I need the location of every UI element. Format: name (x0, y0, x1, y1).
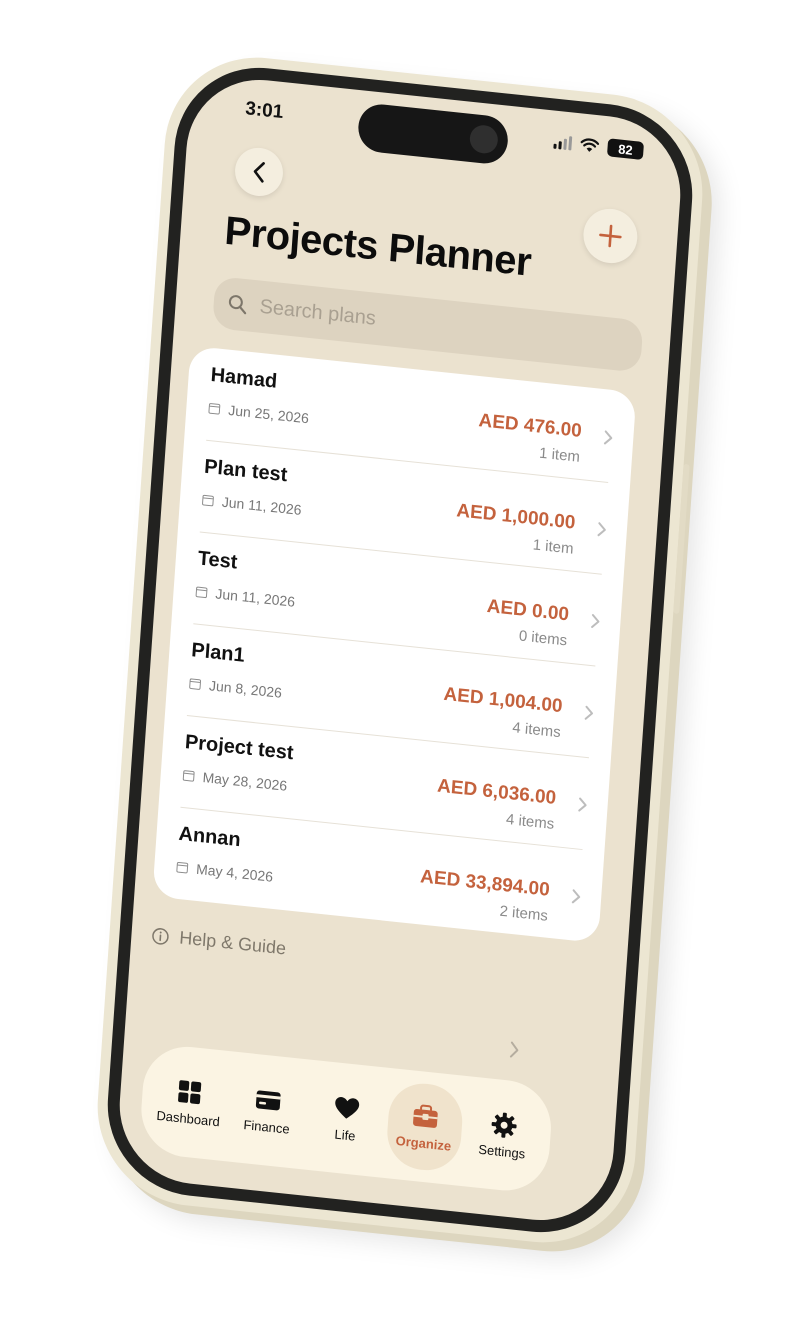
heart-icon (335, 1096, 360, 1119)
calendar-icon (208, 403, 221, 415)
tab-dashboard[interactable]: Dashboard (150, 1055, 230, 1149)
chevron-left-icon (253, 162, 265, 183)
app-screen: 3:01 82 Projects Planner Search plans Ha… (114, 72, 686, 1228)
plan-name: Test (197, 547, 239, 574)
plan-date-text: May 28, 2026 (202, 768, 288, 794)
calendar-icon (202, 494, 214, 507)
plan-name: Annan (177, 822, 242, 852)
calendar-icon (182, 770, 195, 782)
search-icon (228, 295, 247, 315)
tab-settings[interactable]: Settings (463, 1088, 543, 1182)
tab-label: Finance (243, 1116, 291, 1137)
plan-item-count: 1 item (532, 536, 575, 558)
back-button[interactable] (233, 145, 285, 199)
plan-date: May 28, 2026 (182, 767, 288, 794)
tab-finance[interactable]: Finance (228, 1064, 308, 1158)
card-icon (256, 1090, 281, 1110)
tab-organize[interactable]: Organize (384, 1080, 465, 1174)
chevron-right-icon (603, 430, 613, 445)
plan-date: Jun 11, 2026 (195, 583, 296, 610)
chevron-right-icon (584, 705, 594, 720)
calendar-icon (195, 586, 208, 599)
plan-date: May 4, 2026 (176, 859, 274, 885)
chevron-right-icon[interactable] (508, 1040, 521, 1059)
tab-label: Life (334, 1126, 357, 1144)
plan-date: Jun 8, 2026 (189, 675, 283, 701)
tab-label: Settings (477, 1141, 526, 1162)
plan-name: Project test (184, 730, 295, 765)
plan-item-count: 2 items (499, 902, 549, 925)
gear-icon (491, 1112, 517, 1138)
calendar-icon (189, 678, 202, 690)
tab-label: Dashboard (156, 1107, 221, 1129)
status-time: 3:01 (244, 98, 284, 124)
plan-name: Hamad (209, 363, 278, 393)
plan-date: Jun 11, 2026 (201, 492, 302, 518)
plan-item-count: 1 item (538, 444, 581, 466)
dynamic-island (356, 102, 510, 166)
plan-date-text: Jun 11, 2026 (214, 585, 296, 610)
plan-date-text: May 4, 2026 (195, 860, 274, 885)
plans-list: Hamad Jun 25, 2026 AED 476.00 1 item Plan te… (152, 345, 637, 944)
chevron-right-icon (578, 797, 587, 812)
chevron-right-icon (571, 889, 581, 904)
tab-label: Organize (395, 1132, 452, 1154)
plan-date: Jun 25, 2026 (208, 400, 310, 427)
help-guide-label: Help & Guide (178, 927, 287, 959)
tab-life[interactable]: Life (306, 1072, 386, 1166)
status-icons: 82 (553, 133, 645, 161)
plus-icon (599, 224, 622, 248)
plan-item-count: 4 items (511, 719, 562, 742)
help-guide-link[interactable]: Help & Guide (151, 924, 287, 959)
signal-icon (553, 135, 573, 151)
mockup-stage: 3:01 82 Projects Planner Search plans Ha… (0, 0, 800, 1334)
plan-name: Plan test (203, 455, 289, 487)
grid-icon (178, 1079, 202, 1104)
add-plan-button[interactable] (581, 206, 640, 266)
plan-item-count: 0 items (518, 627, 568, 650)
plan-amount: AED 33,894.00 (419, 866, 551, 901)
plan-date-text: Jun 11, 2026 (221, 493, 303, 518)
camera-icon (468, 123, 499, 155)
plan-amount: AED 1,004.00 (442, 683, 564, 718)
plan-amount: AED 1,000.00 (455, 500, 577, 534)
phone-device: 3:01 82 Projects Planner Search plans Ha… (91, 48, 709, 1252)
toolbox-icon (412, 1104, 438, 1128)
plan-name: Plan1 (190, 639, 246, 667)
plan-amount: AED 476.00 (477, 410, 583, 442)
plan-date-text: Jun 8, 2026 (208, 677, 283, 701)
chevron-right-icon (597, 522, 606, 537)
plan-amount: AED 0.00 (486, 595, 570, 626)
wifi-icon (580, 138, 600, 152)
page-title: Projects Planner (223, 208, 533, 285)
info-icon (152, 927, 169, 945)
chevron-right-icon (591, 614, 600, 628)
plan-date-text: Jun 25, 2026 (227, 401, 310, 427)
calendar-icon (176, 861, 189, 874)
plan-amount: AED 6,036.00 (436, 775, 557, 810)
bottom-tab-bar: Dashboard Finance Life Organize Settings (138, 1042, 555, 1195)
battery-icon: 82 (606, 138, 645, 161)
plan-item-count: 4 items (505, 810, 555, 833)
search-input[interactable] (256, 293, 621, 357)
